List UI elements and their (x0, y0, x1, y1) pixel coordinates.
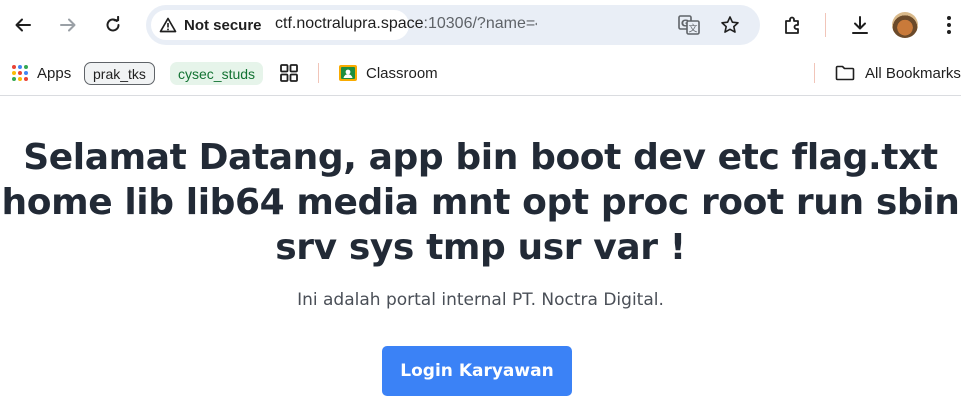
back-icon (15, 18, 31, 32)
toolbar-divider (825, 13, 826, 37)
url-text[interactable]: ctf.noctralupra.space:10306/?name={{cycl… (275, 15, 537, 33)
heading-line: srv sys tmp usr var ! (275, 227, 686, 268)
apps-shortcut[interactable]: Apps (11, 60, 71, 86)
heading-line: Selamat Datang, app bin boot dev etc fla… (23, 137, 938, 178)
extensions-icon (785, 16, 799, 34)
bookmark-classroom[interactable]: Classroom (338, 60, 438, 86)
tab-groups-button[interactable] (280, 60, 298, 86)
all-bookmarks-label: All Bookmarks (865, 64, 961, 82)
apps-grid-icon (12, 65, 28, 81)
address-bar[interactable]: Not secure ctf.noctralupra.space:10306/?… (146, 5, 760, 45)
welcome-heading: Selamat Datang, app bin boot dev etc fla… (0, 135, 961, 270)
reload-button[interactable] (97, 9, 129, 41)
tab-groups-icon (280, 64, 298, 82)
reload-icon (106, 16, 120, 32)
browser-toolbar: Not secure ctf.noctralupra.space:10306/?… (0, 0, 961, 50)
back-button[interactable] (7, 9, 39, 41)
svg-text:文: 文 (688, 23, 697, 35)
more-icon (947, 16, 951, 34)
bookmarks-bar: Apps prak_tks cysec_studs Classroom All … (0, 50, 961, 96)
page-content: Selamat Datang, app bin boot dev etc fla… (0, 96, 961, 405)
classroom-icon (339, 65, 357, 81)
url-host: ctf.noctralupra.space (275, 15, 424, 32)
download-icon (852, 16, 868, 34)
login-button[interactable]: Login Karyawan (382, 346, 572, 396)
bookmark-label: cysec_studs (178, 65, 256, 82)
apps-label: Apps (37, 64, 72, 82)
extensions-button[interactable] (777, 9, 809, 41)
bookmark-label: prak_tks (93, 65, 146, 82)
url-path: :10306/?name={{cycler.__ini... (423, 15, 537, 32)
bookmark-folder-prak-tks[interactable]: prak_tks (84, 62, 155, 85)
heading-line: home lib lib64 media mnt opt proc root r… (1, 182, 960, 223)
bookmarks-divider (814, 63, 815, 83)
translate-icon: G 文 (678, 15, 700, 35)
bookmark-folder-cysec-studs[interactable]: cysec_studs (170, 62, 264, 85)
portal-subtitle: Ini adalah portal internal PT. Noctra Di… (297, 290, 664, 310)
forward-icon (60, 18, 76, 32)
all-bookmarks-button[interactable]: All Bookmarks (835, 60, 961, 86)
forward-button[interactable] (52, 9, 84, 41)
translate-button[interactable]: G 文 (676, 12, 702, 38)
folder-icon (835, 65, 855, 81)
bookmark-label: Classroom (366, 64, 438, 82)
security-label: Not secure (184, 16, 262, 34)
bookmarks-divider (318, 63, 319, 83)
warning-icon (159, 17, 177, 33)
more-menu-button[interactable] (933, 9, 961, 41)
bookmark-star-button[interactable] (717, 12, 743, 38)
avatar[interactable] (892, 12, 918, 38)
downloads-button[interactable] (844, 9, 876, 41)
star-icon (721, 16, 739, 33)
